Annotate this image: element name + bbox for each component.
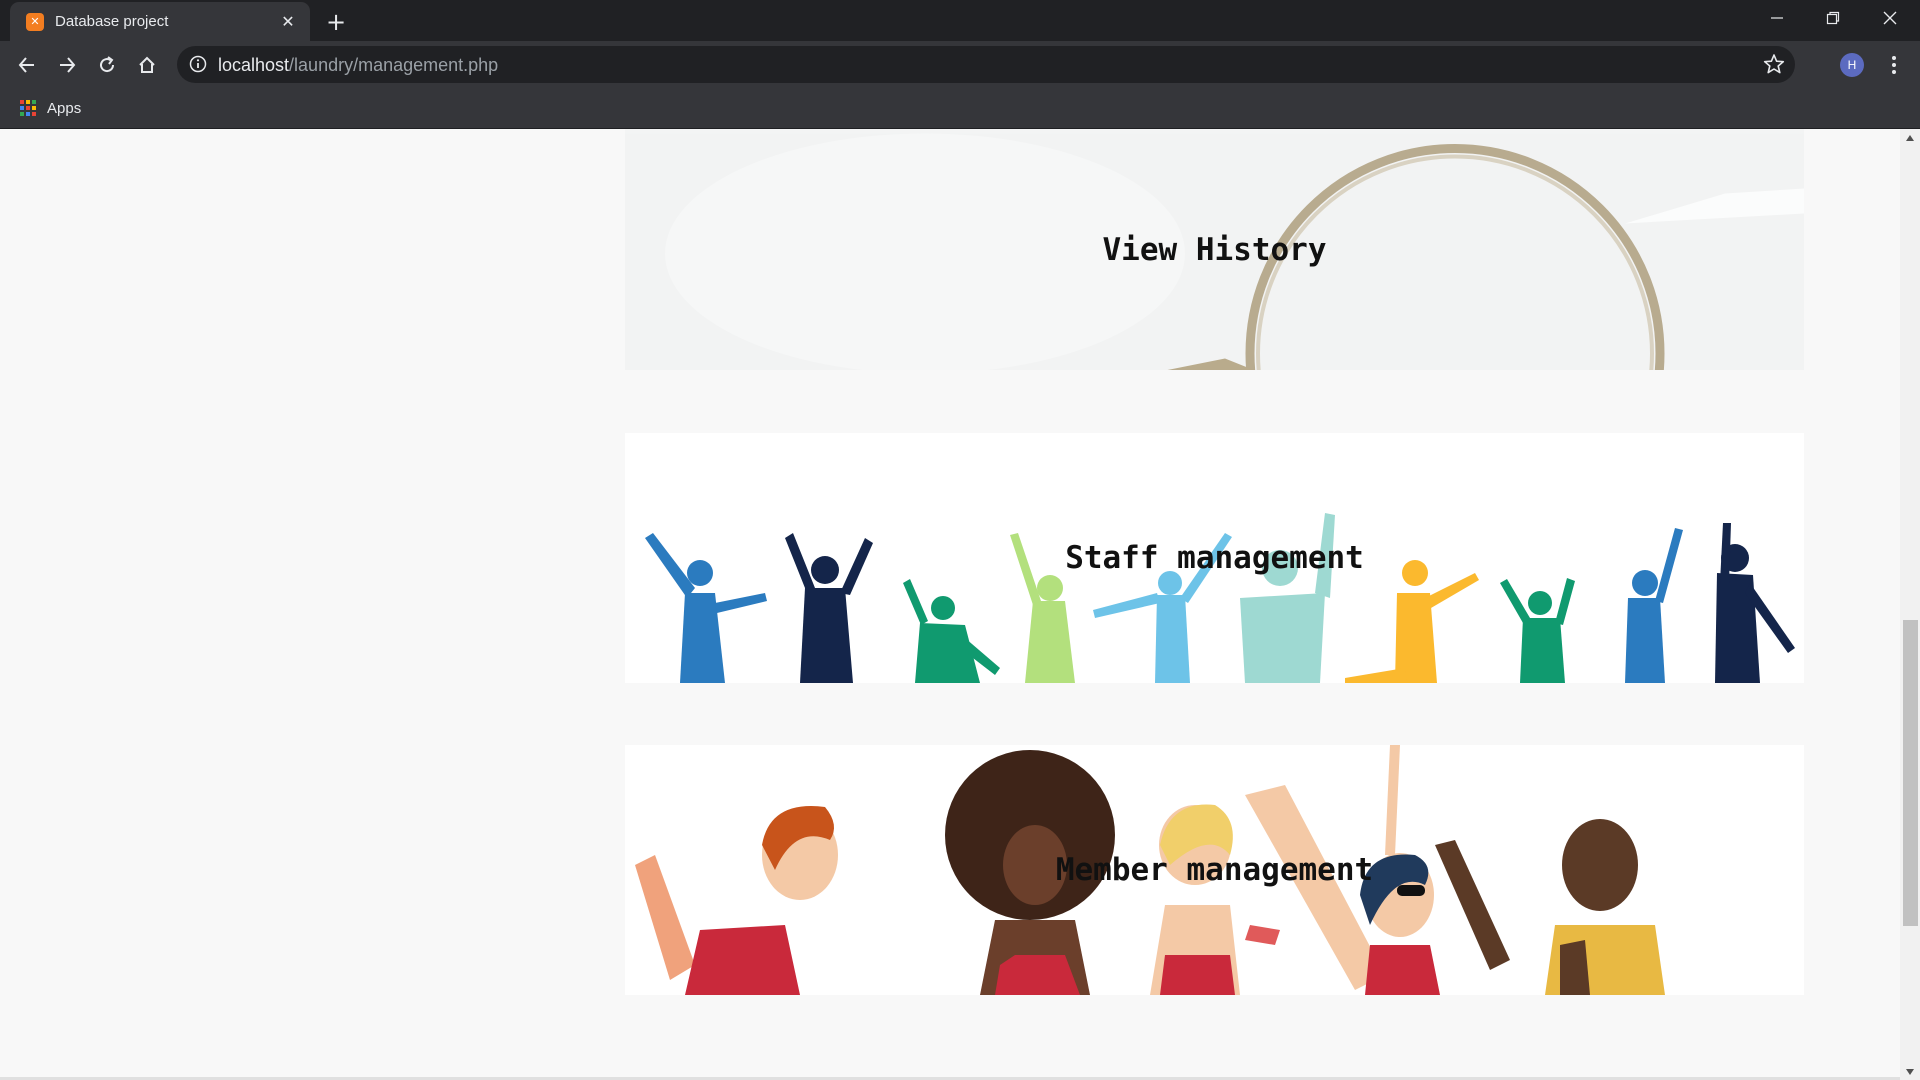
close-icon: [1883, 11, 1897, 25]
forward-arrow-icon: [60, 57, 76, 73]
tab-strip: ✕ Database project ✕ +: [0, 0, 1920, 41]
home-icon: [139, 56, 155, 73]
member-management-title: Member management: [1055, 852, 1374, 888]
close-window-button[interactable]: [1862, 0, 1918, 36]
view-history-card[interactable]: View History: [625, 129, 1804, 370]
restore-icon: [1826, 11, 1840, 25]
kebab-menu-icon: [1892, 56, 1896, 74]
url-host: localhost: [218, 55, 290, 75]
bookmarks-bar: Apps: [0, 88, 1920, 129]
address-bar[interactable]: localhost/laundry/management.php: [177, 46, 1795, 83]
reload-button[interactable]: [90, 48, 124, 82]
browser-toolbar: localhost/laundry/management.php H: [0, 41, 1920, 88]
scrollbar-thumb[interactable]: [1903, 620, 1918, 926]
scroll-down-button[interactable]: [1900, 1063, 1920, 1080]
staff-management-title: Staff management: [1065, 540, 1364, 576]
scroll-up-arrow-icon: [1906, 134, 1914, 141]
forward-button[interactable]: [50, 48, 84, 82]
minimize-button[interactable]: [1749, 0, 1805, 36]
home-button[interactable]: [130, 48, 164, 82]
new-tab-button[interactable]: +: [322, 8, 350, 36]
browser-menu-button[interactable]: [1880, 51, 1908, 79]
apps-label: Apps: [47, 99, 82, 117]
restore-button[interactable]: [1805, 0, 1861, 36]
minimize-icon: [1771, 17, 1783, 19]
reload-icon: [100, 56, 115, 73]
apps-shortcut[interactable]: Apps: [20, 96, 81, 120]
back-arrow-icon: [18, 57, 34, 73]
scroll-up-button[interactable]: [1900, 129, 1920, 146]
tab-close-icon[interactable]: ✕: [276, 10, 300, 34]
browser-tab[interactable]: ✕ Database project ✕: [10, 2, 310, 41]
staff-management-card[interactable]: Staff management: [625, 433, 1804, 683]
back-button[interactable]: [10, 48, 44, 82]
info-icon[interactable]: [189, 55, 207, 73]
member-management-card[interactable]: Member management: [625, 745, 1804, 995]
apps-grid-icon: [20, 99, 36, 116]
view-history-title: View History: [1102, 231, 1327, 268]
tab-title: Database project: [55, 13, 169, 30]
page-content: View History Staff management Member man…: [0, 129, 1900, 1080]
xampp-favicon-icon: ✕: [26, 12, 44, 31]
url-path: /laundry/management.php: [289, 55, 499, 75]
scroll-down-arrow-icon: [1906, 1068, 1914, 1075]
vertical-scrollbar[interactable]: [1900, 129, 1920, 1080]
bookmark-star-icon[interactable]: [1763, 53, 1785, 75]
profile-avatar[interactable]: H: [1840, 53, 1864, 77]
url-text: localhost/laundry/management.php: [218, 55, 498, 76]
